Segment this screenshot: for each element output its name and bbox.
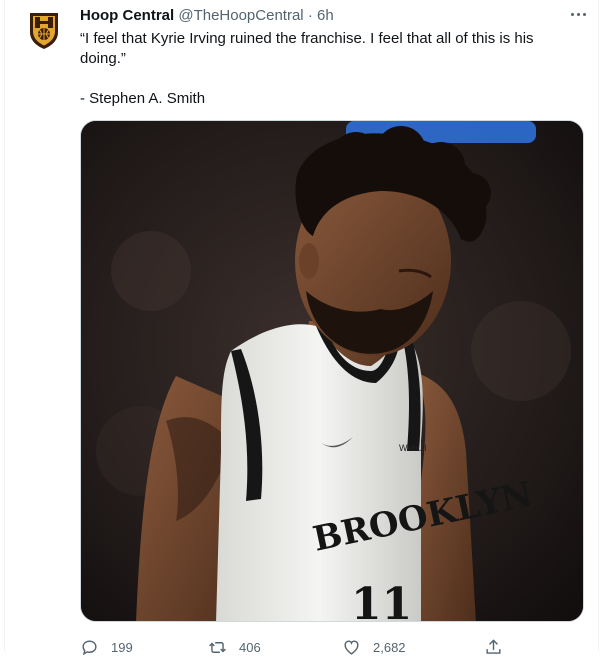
tweet-photo[interactable]: BROOKLYN 11 Webull (80, 120, 584, 622)
jersey-sponsor: Webull (399, 443, 426, 453)
retweet-icon (209, 642, 226, 653)
retweet-count: 406 (239, 640, 261, 655)
tweet-card[interactable]: Hoop Central @TheHoopCentral · 6h “I fee… (0, 0, 603, 656)
author-handle[interactable]: @TheHoopCentral (178, 7, 303, 24)
tweet-text: “I feel that Kyrie Irving ruined the fra… (80, 30, 538, 67)
share-icon (486, 639, 501, 654)
tweet-attribution: - Stephen A. Smith (80, 90, 206, 107)
retweet-button[interactable]: 406 (208, 638, 261, 657)
reply-count: 199 (111, 640, 133, 655)
reply-button[interactable]: 199 (80, 638, 133, 657)
reply-icon (82, 640, 97, 656)
like-count: 2,682 (373, 640, 406, 655)
tweet-timestamp[interactable]: 6h (317, 7, 334, 24)
author-name[interactable]: Hoop Central (80, 7, 174, 24)
player-photo-illustration: BROOKLYN 11 Webull (81, 121, 583, 622)
avatar[interactable] (22, 8, 66, 52)
separator-dot: · (307, 7, 313, 24)
more-icon[interactable] (566, 3, 590, 25)
like-icon (344, 640, 359, 655)
share-button[interactable] (484, 638, 515, 657)
like-button[interactable]: 2,682 (342, 638, 406, 657)
tweet-actions: 199 406 2,682 (80, 638, 584, 658)
tweet-header: Hoop Central @TheHoopCentral · 6h (80, 7, 334, 25)
hoop-central-logo-icon (30, 13, 58, 49)
jersey-number: 11 (351, 579, 412, 622)
